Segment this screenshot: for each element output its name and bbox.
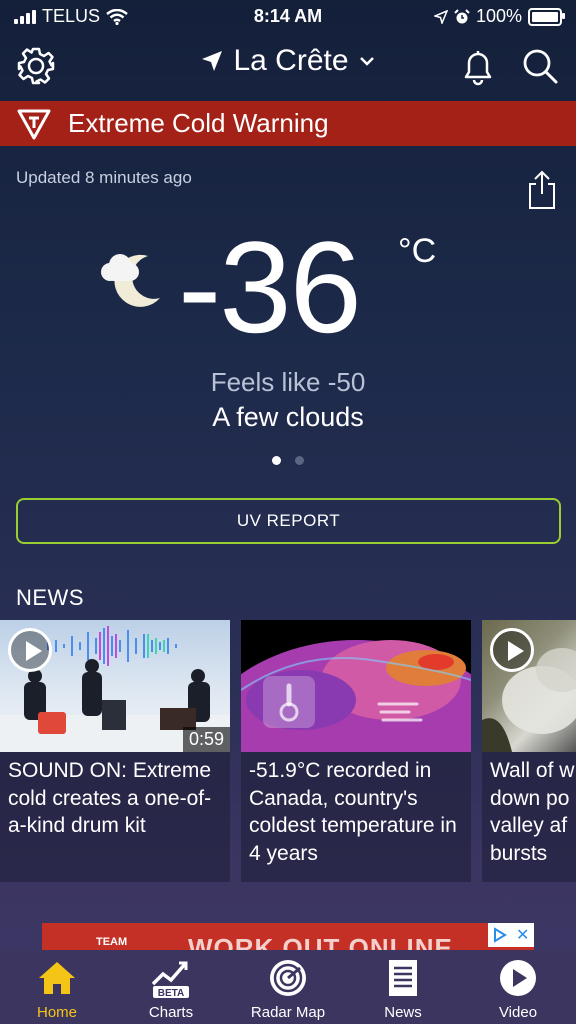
news-card[interactable]: -51.9°C recorded in Canada, country's co… [241,620,471,882]
bottom-tab-bar: Home BETA Charts Radar Map News Video [0,950,576,1024]
ad-controls[interactable]: ✕ [488,923,534,947]
tab-home[interactable]: Home [2,950,112,1024]
page-dot-active[interactable] [272,456,281,465]
chevron-down-icon [359,57,374,66]
news-card-title: -51.9°C recorded in Canada, country's co… [249,759,457,865]
weather-alert-banner[interactable]: Extreme Cold Warning [0,101,576,146]
status-bar: TELUS 8:14 AM 100% [0,0,576,34]
status-right: 100% [433,6,565,27]
news-section-title: NEWS [16,585,84,610]
temperature-map-graphic [241,640,471,752]
tab-news[interactable]: News [348,950,458,1024]
news-thumbnail [482,620,576,752]
tab-label: News [384,1004,422,1021]
battery-percent: 100% [475,6,522,26]
tab-label: Video [498,1004,538,1021]
beta-badge: BETA [158,988,184,998]
video-play-icon [500,960,536,996]
location-arrow-icon [433,9,448,24]
ad-team-label: TEAM [96,936,128,948]
ad-headline: WORK OUT ONLINE [188,933,453,950]
alarm-icon [454,8,470,23]
location-arrow-icon [202,51,223,71]
advertisement-banner[interactable]: TEAM WORK OUT ONLINE ✕ [42,923,534,950]
cloudy-night-icon [101,254,160,307]
radar-icon [270,960,306,996]
updated-time: Updated 8 minutes ago [16,168,192,187]
tab-label: Charts [148,1004,194,1021]
tab-label: Home [36,1004,77,1021]
news-thumbnail [241,620,471,752]
share-icon[interactable] [526,168,558,212]
tab-video[interactable]: Video [463,950,573,1024]
location-name: La Crête [233,44,349,77]
tab-charts[interactable]: BETA Charts [116,950,226,1024]
bell-icon[interactable] [456,44,500,88]
news-card-title: SOUND ON: Extreme cold creates a one-of-… [8,759,212,837]
app-header: La Crête [0,36,576,96]
charts-icon: BETA [151,961,189,998]
news-card-title: Wall of w down po valley af bursts [490,759,575,865]
temperature-unit: °C [398,232,437,270]
video-duration: 0:59 [182,727,230,752]
play-icon[interactable] [490,628,534,672]
current-temperature: -36 [178,214,362,360]
warning-icon [17,109,51,139]
play-icon[interactable] [8,628,52,672]
news-icon [389,960,417,996]
ad-close-icon[interactable]: ✕ [516,925,529,945]
news-card[interactable]: 0:59 SOUND ON: Extreme cold creates a on… [0,620,230,882]
news-thumbnail: 0:59 [0,620,230,752]
uv-report-button[interactable]: UV REPORT [16,498,561,544]
battery-icon [528,7,565,26]
page-indicator[interactable] [0,456,576,465]
page-dot[interactable] [295,456,304,465]
search-icon[interactable] [518,44,562,88]
condition-description: A few clouds [212,402,364,432]
adchoices-icon[interactable] [493,927,507,943]
news-card[interactable]: Wall of w down po valley af bursts [482,620,576,882]
tab-radar-map[interactable]: Radar Map [233,950,343,1024]
tab-label: Radar Map [250,1004,326,1021]
feels-like: Feels like -50 [210,367,366,397]
alert-text: Extreme Cold Warning [68,108,329,138]
home-icon [39,962,75,994]
